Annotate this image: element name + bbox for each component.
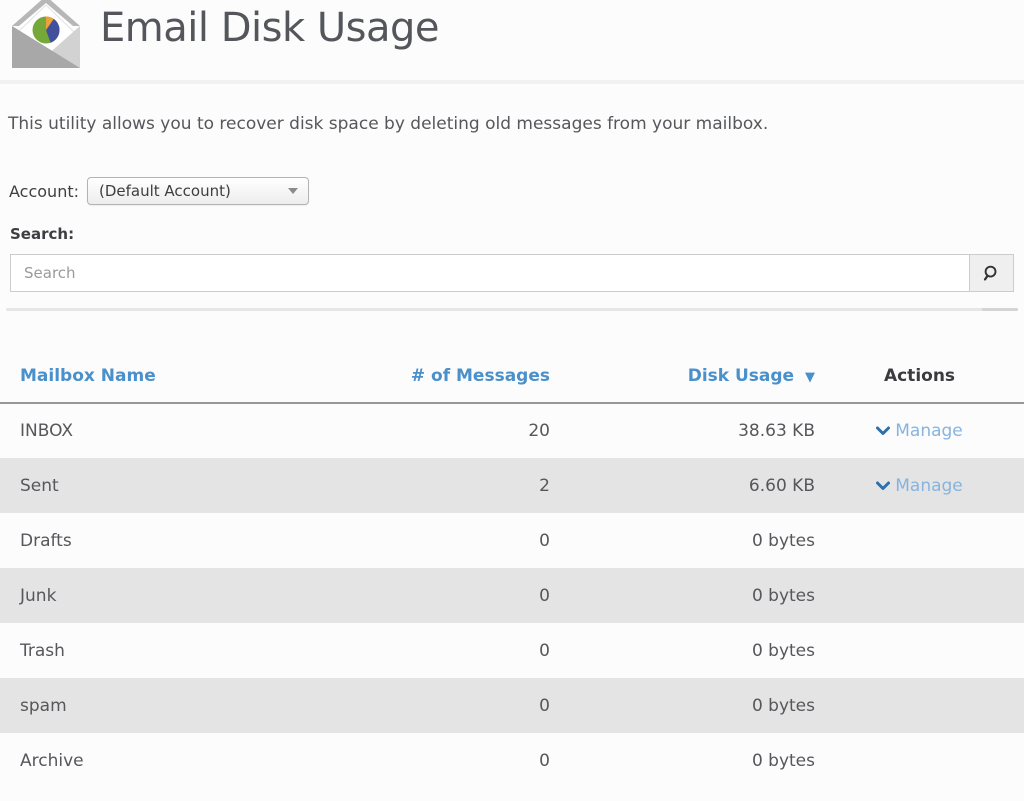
page-title: Email Disk Usage <box>100 5 439 51</box>
manage-link[interactable]: Manage <box>876 421 963 441</box>
search-group <box>10 254 1014 292</box>
table-row: Junk 0 0 bytes <box>0 568 1024 623</box>
mailbox-table-body: INBOX 20 38.63 KB Manage Sent 2 6.60 KB <box>0 403 1024 788</box>
column-header-actions: Actions <box>815 311 1024 404</box>
mailbox-table: Mailbox Name # of Messages Disk Usage ▼ … <box>0 311 1024 788</box>
actions-cell <box>815 623 1024 678</box>
disk-usage-cell: 0 bytes <box>751 640 815 661</box>
manage-label: Manage <box>895 421 963 441</box>
search-input[interactable] <box>10 254 969 292</box>
disk-usage-cell: 0 bytes <box>751 530 815 551</box>
mailbox-name-cell: INBOX <box>20 421 74 441</box>
column-header-disk-usage[interactable]: Disk Usage ▼ <box>550 311 815 404</box>
messages-cell: 2 <box>539 475 550 496</box>
table-row: Trash 0 0 bytes <box>0 623 1024 678</box>
account-selected-value: (Default Account) <box>99 182 231 200</box>
disk-usage-cell: 0 bytes <box>751 750 815 771</box>
column-header-mailbox-name[interactable]: Mailbox Name <box>0 311 390 404</box>
manage-label: Manage <box>895 475 963 496</box>
caret-down-icon <box>288 188 298 194</box>
table-row: Archive 0 0 bytes <box>0 733 1024 788</box>
disk-usage-cell: 6.60 KB <box>748 475 815 496</box>
account-label: Account: <box>9 181 79 201</box>
actions-cell: Manage <box>815 403 1024 458</box>
table-row: spam 0 0 bytes <box>0 678 1024 733</box>
actions-cell <box>815 733 1024 788</box>
page-description: This utility allows you to recover disk … <box>8 114 769 134</box>
account-row: Account: (Default Account) <box>9 177 1024 205</box>
actions-cell <box>815 513 1024 568</box>
envelope-pie-chart-icon <box>6 0 86 74</box>
actions-header-label: Actions <box>883 366 956 386</box>
messages-cell: 0 <box>539 585 550 606</box>
mailbox-name-cell: spam <box>20 695 67 716</box>
disk-usage-header-label: Disk Usage <box>687 366 795 386</box>
messages-cell: 20 <box>528 421 550 441</box>
sort-descending-icon: ▼ <box>805 370 815 385</box>
actions-cell <box>815 678 1024 733</box>
disk-usage-cell: 38.63 KB <box>738 421 815 441</box>
messages-cell: 0 <box>539 695 550 716</box>
panel-divider <box>6 308 1018 311</box>
messages-header-label: # of Messages <box>410 366 550 386</box>
magnifier-icon <box>982 264 1001 283</box>
messages-cell: 0 <box>539 750 550 771</box>
search-label: Search: <box>10 225 75 243</box>
mailbox-name-cell: Trash <box>20 640 65 661</box>
table-row: Drafts 0 0 bytes <box>0 513 1024 568</box>
messages-cell: 0 <box>539 530 550 551</box>
disk-usage-cell: 0 bytes <box>751 585 815 606</box>
mailbox-name-cell: Sent <box>20 475 59 496</box>
panel-divider-end <box>982 308 1018 311</box>
mailbox-name-header-label: Mailbox Name <box>20 366 156 386</box>
table-header-row: Mailbox Name # of Messages Disk Usage ▼ … <box>0 311 1024 404</box>
actions-cell: Manage <box>815 458 1024 513</box>
mailbox-name-cell: Drafts <box>20 530 72 551</box>
disk-usage-cell: 0 bytes <box>751 695 815 716</box>
manage-link[interactable]: Manage <box>876 476 963 496</box>
mailbox-name-cell: Archive <box>20 750 84 771</box>
column-header-messages[interactable]: # of Messages <box>390 311 550 404</box>
table-row: INBOX 20 38.63 KB Manage <box>0 403 1024 458</box>
chevron-down-icon <box>876 481 891 491</box>
account-select[interactable]: (Default Account) <box>87 177 309 205</box>
search-button[interactable] <box>969 254 1014 292</box>
page-header: Email Disk Usage <box>0 0 1024 84</box>
mailbox-name-cell: Junk <box>20 585 57 606</box>
actions-cell <box>815 568 1024 623</box>
chevron-down-icon <box>876 426 891 436</box>
messages-cell: 0 <box>539 640 550 661</box>
table-row: Sent 2 6.60 KB Manage <box>0 458 1024 513</box>
